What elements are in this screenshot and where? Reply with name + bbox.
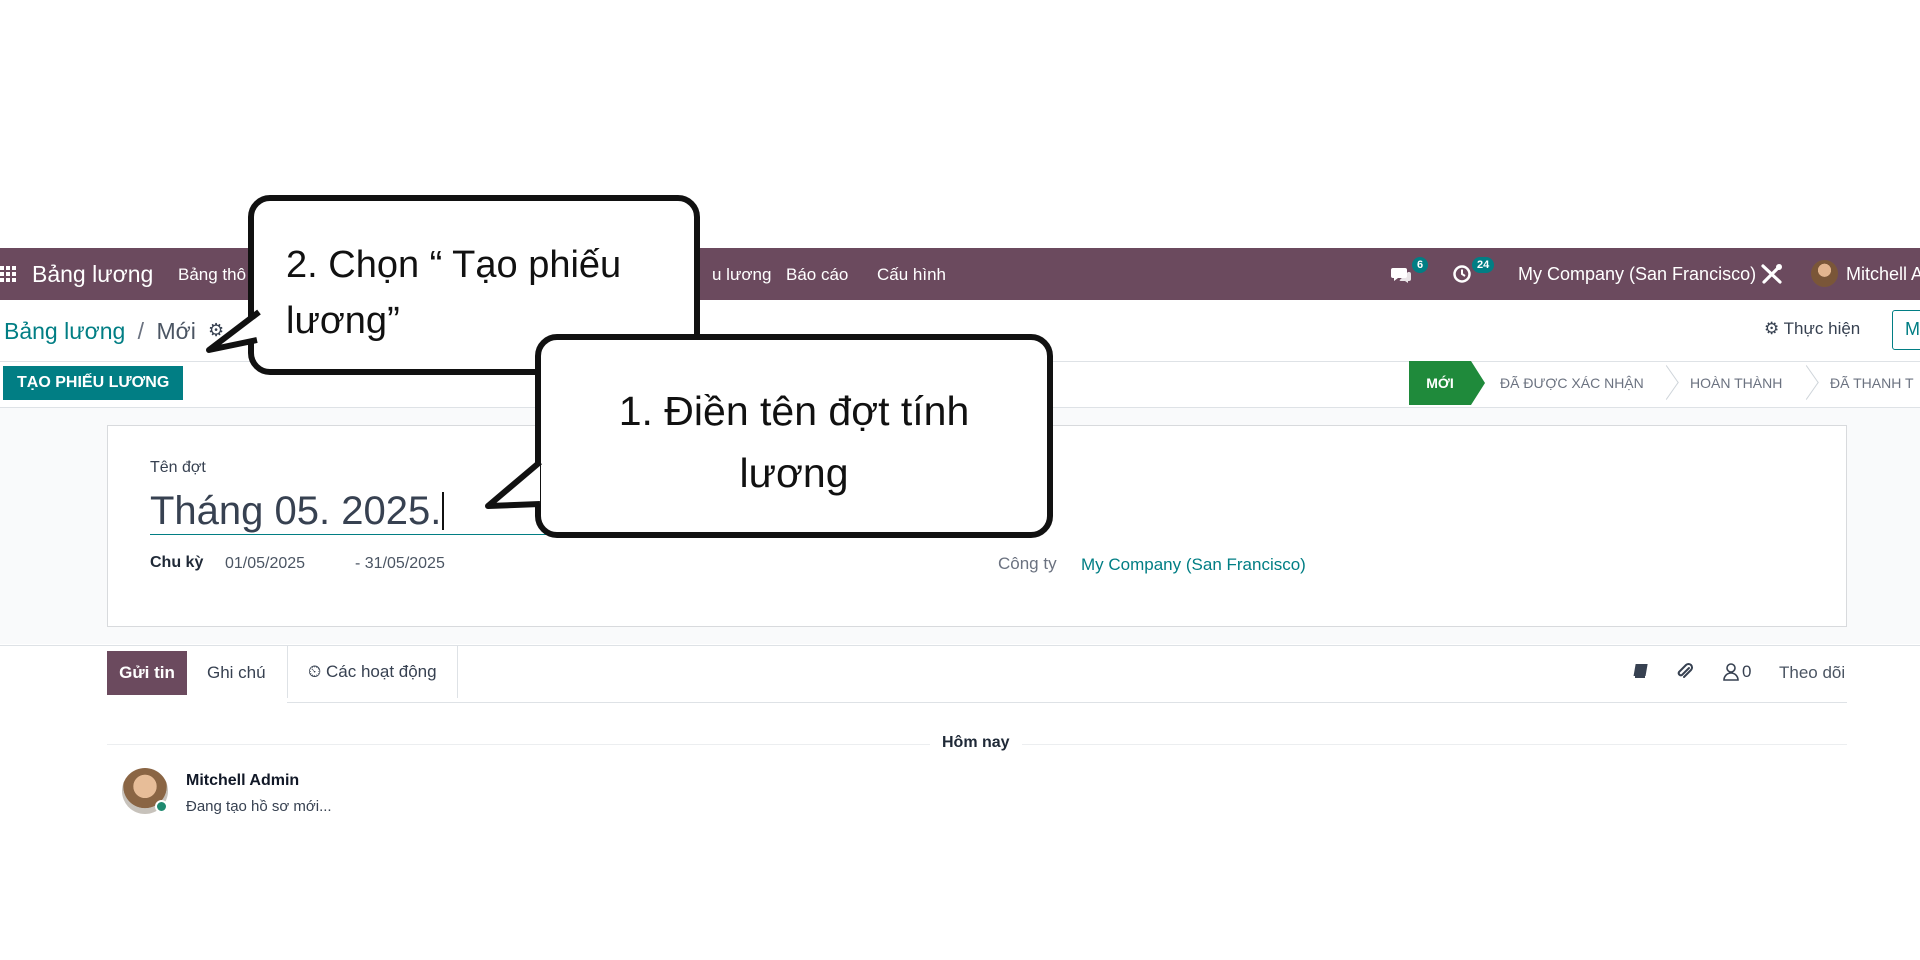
action-menu-button[interactable]: ⚙ Thực hiện: [1764, 319, 1860, 339]
company-label: Công ty: [998, 554, 1057, 573]
company-switcher[interactable]: My Company (San Francisco): [1518, 264, 1756, 285]
activities-clock-icon[interactable]: [1452, 264, 1472, 284]
stage-confirmed[interactable]: ĐÃ ĐƯỢC XÁC NHẬN: [1500, 363, 1644, 403]
company-field[interactable]: My Company (San Francisco): [1081, 555, 1306, 575]
followers-icon[interactable]: [1722, 662, 1740, 682]
period-start-field[interactable]: 01/05/2025: [225, 555, 305, 573]
chatter-tabs-divider: [287, 702, 1847, 703]
period-end-field[interactable]: - 31/05/2025: [355, 555, 445, 573]
menu-item-reporting[interactable]: Báo cáo: [786, 265, 848, 285]
callout-step-1-line-1: 1. Điền tên đợt tính: [618, 388, 970, 434]
callout-step-1-text: 1. Điền tên đợt tính lương: [541, 380, 1047, 504]
callout-step-1-line-2: lương: [739, 450, 849, 496]
search-messages-icon[interactable]: [1632, 662, 1648, 680]
create-payslips-button[interactable]: TẠO PHIẾU LƯƠNG: [3, 366, 184, 400]
date-separator-label: Hôm nay: [930, 734, 1022, 752]
breadcrumb-current: Mới: [156, 318, 196, 344]
paperclip-icon[interactable]: [1675, 662, 1695, 682]
activities-count-badge: 24: [1472, 257, 1495, 273]
breadcrumb-parent[interactable]: Bảng lương: [4, 318, 125, 344]
gear-icon: ⚙: [1764, 319, 1780, 338]
message-author[interactable]: Mitchell Admin: [186, 772, 299, 790]
follow-button[interactable]: Theo dõi: [1779, 663, 1845, 683]
text-cursor: [442, 492, 445, 530]
stage-separator: [1802, 363, 1822, 403]
online-status-icon: [155, 800, 168, 813]
stage-done[interactable]: HOÀN THÀNH: [1690, 363, 1782, 403]
user-menu[interactable]: Mitchell A: [1846, 264, 1920, 285]
activities-label: Các hoạt động: [326, 662, 437, 681]
apps-menu-icon[interactable]: [0, 266, 16, 282]
callout-step-2-text: 2. Chọn “ Tạo phiếu lương”: [286, 237, 621, 349]
batch-name-value: Tháng 05. 2025.: [150, 489, 442, 533]
edge-button[interactable]: M: [1892, 310, 1920, 350]
menu-item-payslips[interactable]: u lương: [712, 265, 771, 285]
message-body: Đang tạo hồ sơ mới...: [186, 798, 332, 815]
log-note-button[interactable]: Ghi chú: [207, 651, 266, 695]
callout-step-2-pointer: [206, 309, 261, 353]
messages-icon[interactable]: [1390, 265, 1412, 285]
breadcrumb: Bảng lương / Mới: [4, 318, 196, 345]
debug-tools-icon[interactable]: [1760, 263, 1784, 285]
stage-separator: [1662, 363, 1682, 403]
action-menu-label: Thực hiện: [1783, 319, 1861, 338]
callout-step-1-pointer: [485, 459, 542, 509]
batch-name-label: Tên đợt: [150, 459, 206, 476]
followers-count[interactable]: 0: [1742, 662, 1751, 682]
menu-item-dashboard[interactable]: Bảng thô: [178, 265, 246, 285]
period-label: Chu kỳ: [150, 554, 204, 571]
breadcrumb-separator: /: [137, 318, 145, 344]
stage-paid[interactable]: ĐÃ THANH T: [1830, 363, 1914, 403]
callout-step-1: 1. Điền tên đợt tính lương: [535, 334, 1053, 538]
app-name[interactable]: Bảng lương: [32, 261, 153, 288]
activities-button[interactable]: ⏲ Các hoạt động: [287, 646, 458, 698]
menu-item-configuration[interactable]: Cấu hình: [877, 265, 946, 285]
stage-new[interactable]: MỚI: [1409, 361, 1485, 405]
callout-step-2-line-1: 2. Chọn “ Tạo phiếu: [286, 244, 622, 286]
user-avatar[interactable]: [1811, 260, 1838, 287]
clock-icon: ⏲: [308, 662, 322, 681]
messages-count-badge: 6: [1412, 257, 1429, 273]
send-message-button[interactable]: Gửi tin: [107, 651, 187, 695]
